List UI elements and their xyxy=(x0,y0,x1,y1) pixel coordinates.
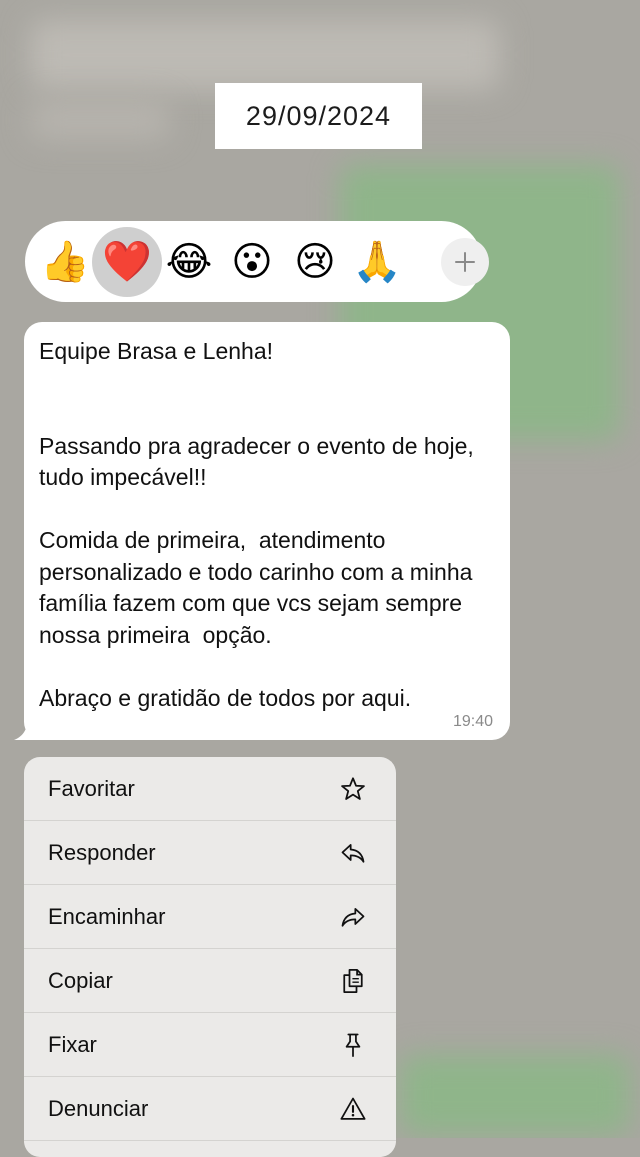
menu-item-label: Denunciar xyxy=(48,1095,149,1121)
menu-item-responder[interactable]: Responder xyxy=(24,821,396,885)
copy-icon xyxy=(338,966,368,996)
plus-icon xyxy=(455,252,475,272)
menu-item-favoritar[interactable]: Favoritar xyxy=(24,757,396,821)
forward-icon xyxy=(338,902,368,932)
blurred-message xyxy=(30,20,500,90)
joy-icon: 😂 xyxy=(165,239,213,284)
astonished-icon: 😮 xyxy=(231,239,273,284)
menu-item-encaminhar[interactable]: Encaminhar xyxy=(24,885,396,949)
message-line-blank xyxy=(39,399,496,431)
menu-item-denunciar[interactable]: Denunciar xyxy=(24,1077,396,1141)
message-line: tudo impecável!! xyxy=(39,464,207,490)
more-reactions-button[interactable] xyxy=(441,238,489,286)
message-line: Abraço e gratidão de todos por aqui. xyxy=(39,684,412,711)
blurred-outgoing-message xyxy=(400,1055,630,1135)
message-timestamp: 19:40 xyxy=(452,713,493,730)
menu-item-label: Encaminhar xyxy=(48,903,166,929)
message-line: nossa primeira opção. xyxy=(39,621,272,648)
message-line: Equipe Brasa e Lenha! xyxy=(39,338,274,364)
message-line: Passando pra agradecer o evento de hoje, xyxy=(39,432,474,459)
message-bubble[interactable]: Equipe Brasa e Lenha! Passando pra agrad… xyxy=(24,322,510,740)
menu-item-label: Fixar xyxy=(48,1031,97,1057)
star-icon xyxy=(338,774,368,804)
message-line-blank xyxy=(39,494,496,526)
message-line: personalizado e todo carinho com a minha xyxy=(39,558,473,585)
menu-item-label: Favoritar xyxy=(48,775,135,801)
menu-item-copiar[interactable]: Copiar xyxy=(24,949,396,1013)
menu-item-label: Copiar xyxy=(48,967,113,993)
menu-item-fixar[interactable]: Fixar xyxy=(24,1013,396,1077)
thumbs-up-icon: 👍 xyxy=(40,239,90,284)
reaction-pray[interactable]: 🙏 xyxy=(347,232,407,292)
message-line-blank xyxy=(39,368,496,400)
reply-icon xyxy=(338,838,368,868)
reaction-bar: 👍 ❤️ 😂 😮 😢 🙏 xyxy=(25,221,489,302)
reaction-cry[interactable]: 😢 xyxy=(285,232,345,292)
blurred-message xyxy=(30,100,170,140)
menu-item-label: Responder xyxy=(48,839,156,865)
pin-icon xyxy=(338,1030,368,1060)
reaction-thumbs-up[interactable]: 👍 xyxy=(35,232,95,292)
reaction-joy[interactable]: 😂 xyxy=(159,232,219,292)
message-context-menu: Favoritar Responder Encaminhar Copiar Fi… xyxy=(24,757,396,1157)
heart-icon: ❤️ xyxy=(102,239,152,284)
message-line-blank xyxy=(39,651,496,683)
message-line: Comida de primeira, atendimento xyxy=(39,527,386,553)
date-separator: 29/09/2024 xyxy=(215,83,422,149)
message-line: família fazem com que vcs sejam sempre xyxy=(39,590,463,616)
reaction-astonished[interactable]: 😮 xyxy=(222,232,282,292)
warning-icon xyxy=(338,1094,368,1124)
reaction-heart[interactable]: ❤️ xyxy=(92,226,162,297)
date-label: 29/09/2024 xyxy=(245,100,392,131)
pray-icon: 🙏 xyxy=(352,239,402,284)
cry-icon: 😢 xyxy=(294,239,336,284)
